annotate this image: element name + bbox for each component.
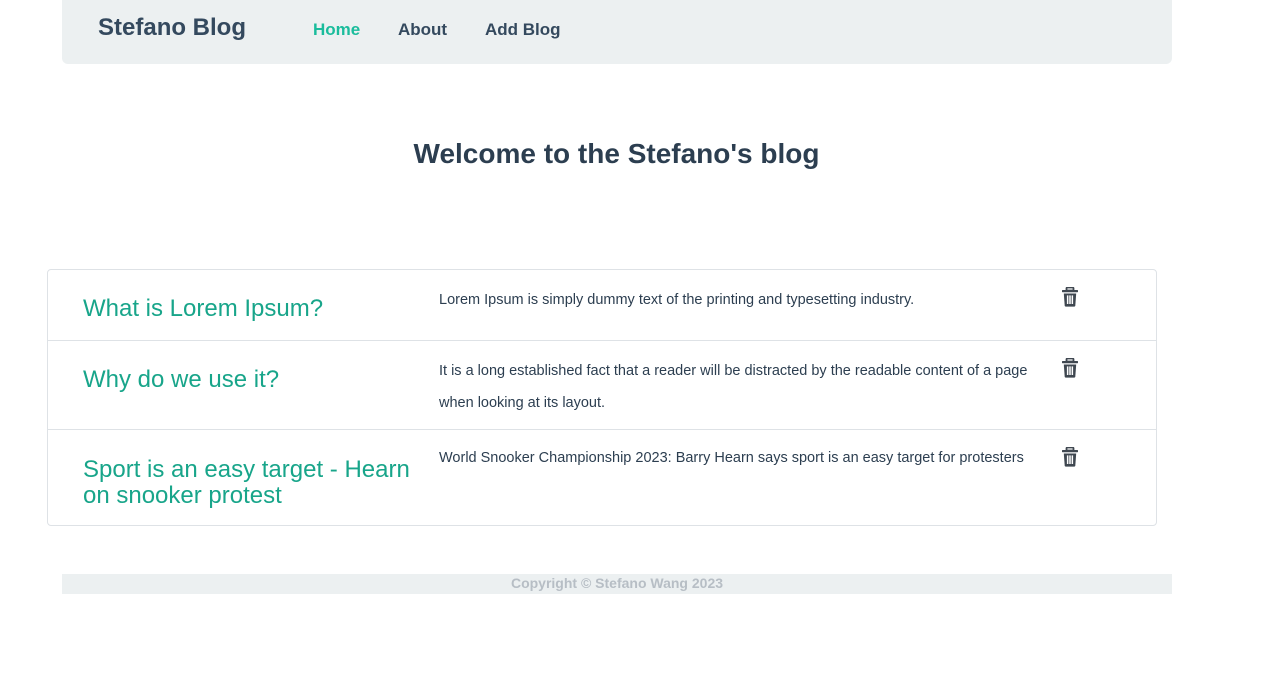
blog-title-link[interactable]: Sport is an easy target - Hearn on snook… <box>83 457 413 509</box>
page-title: Welcome to the Stefano's blog <box>413 138 820 169</box>
blog-description: Lorem Ipsum is simply dummy text of the … <box>439 292 915 308</box>
blog-description: World Snooker Championship 2023: Barry H… <box>439 450 1024 466</box>
nav-link-add-blog[interactable]: Add Blog <box>485 20 561 40</box>
blog-list-item: Why do we use it? It is a long establish… <box>48 340 1156 429</box>
brand-logo-link[interactable]: Stefano Blog <box>98 14 246 42</box>
blog-list-item: What is Lorem Ipsum? Lorem Ipsum is simp… <box>48 270 1156 340</box>
trash-icon <box>1061 447 1079 467</box>
trash-icon <box>1061 287 1079 307</box>
blog-list-item: Sport is an easy target - Hearn on snook… <box>48 429 1156 525</box>
trash-icon <box>1061 358 1079 378</box>
blog-description: It is a long established fact that a rea… <box>439 363 1028 411</box>
blog-title-link[interactable]: Why do we use it? <box>83 367 413 393</box>
copyright-text: Copyright © Stefano Wang 2023 <box>510 575 724 591</box>
delete-blog-button[interactable] <box>1061 447 1079 467</box>
footer: Copyright © Stefano Wang 2023 <box>62 574 1172 594</box>
blog-list: What is Lorem Ipsum? Lorem Ipsum is simp… <box>47 269 1157 526</box>
delete-blog-button[interactable] <box>1061 287 1079 307</box>
delete-blog-button[interactable] <box>1061 358 1079 378</box>
navbar: Stefano Blog Home About Add Blog <box>62 0 1172 64</box>
nav-link-home[interactable]: Home <box>313 20 360 40</box>
blog-title-link[interactable]: What is Lorem Ipsum? <box>83 296 413 322</box>
nav-link-about[interactable]: About <box>398 20 447 40</box>
